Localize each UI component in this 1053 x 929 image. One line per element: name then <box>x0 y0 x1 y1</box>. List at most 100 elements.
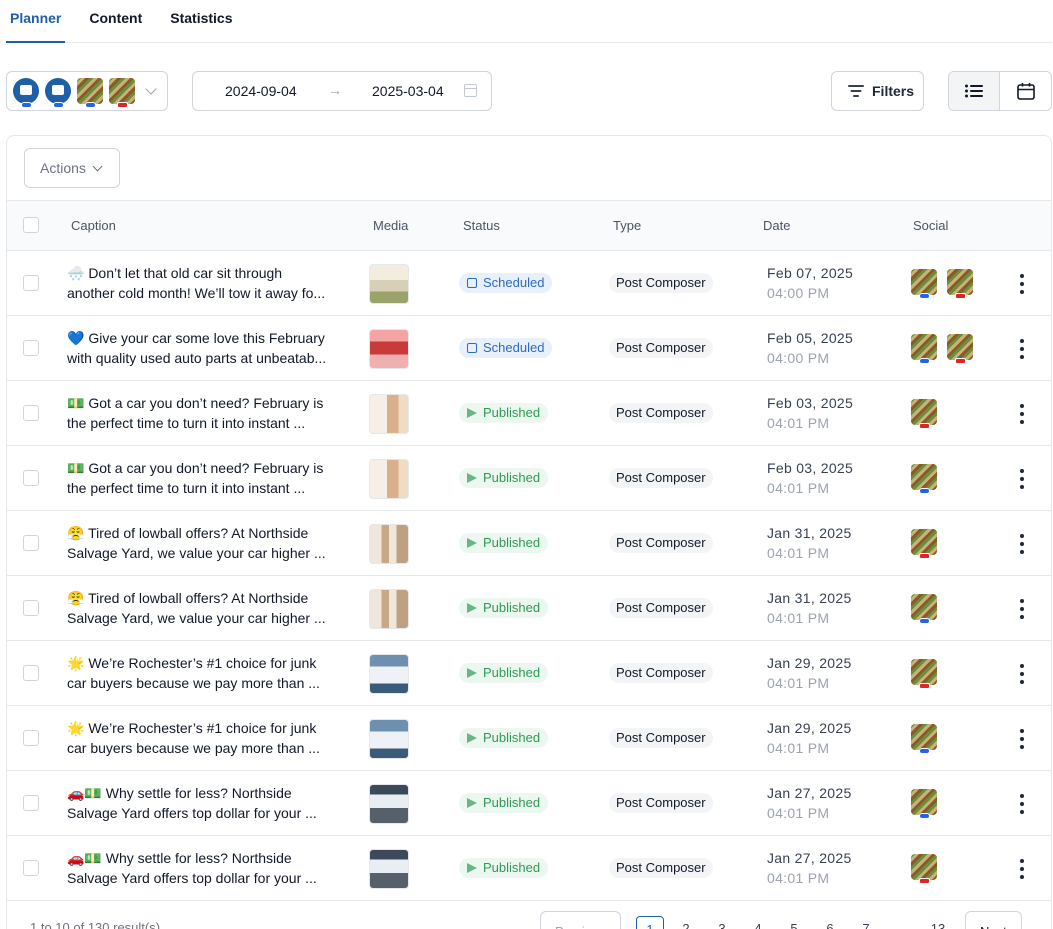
page-number[interactable]: 4 <box>744 916 772 929</box>
page-number[interactable]: 2 <box>672 916 700 929</box>
column-date[interactable]: Date <box>763 218 790 233</box>
media-thumbnail[interactable] <box>369 459 409 499</box>
post-caption[interactable]: 🌟 We’re Rochester’s #1 choice for junk c… <box>67 718 347 758</box>
post-caption[interactable]: 💙 Give your car some love this February … <box>67 328 347 368</box>
row-checkbox[interactable] <box>23 600 39 616</box>
table-row[interactable]: 🌟 We’re Rochester’s #1 choice for junk c… <box>7 706 1051 771</box>
post-caption[interactable]: 💵 Got a car you don’t need? February is … <box>67 458 347 498</box>
row-checkbox[interactable] <box>23 340 39 356</box>
social-account-avatar <box>911 269 937 299</box>
table-row[interactable]: 💙 Give your car some love this February … <box>7 316 1051 381</box>
row-checkbox[interactable] <box>23 730 39 746</box>
tab-statistics[interactable]: Statistics <box>166 0 236 43</box>
send-icon <box>467 733 477 743</box>
actions-dropdown[interactable]: Actions <box>24 148 120 188</box>
page-number[interactable]: 5 <box>780 916 808 929</box>
table-row[interactable]: 🚗💵 Why settle for less? Northside Salvag… <box>7 836 1051 901</box>
media-thumbnail[interactable] <box>369 589 409 629</box>
column-caption[interactable]: Caption <box>71 218 116 233</box>
tab-content[interactable]: Content <box>85 0 146 43</box>
row-checkbox[interactable] <box>23 860 39 876</box>
more-options-icon[interactable] <box>1019 534 1025 554</box>
row-checkbox[interactable] <box>23 535 39 551</box>
account-selector[interactable] <box>6 71 168 111</box>
caption-line: Salvage Yard offers top dollar for your … <box>67 805 317 821</box>
post-caption[interactable]: 🚗💵 Why settle for less? Northside Salvag… <box>67 783 347 823</box>
list-view-button[interactable] <box>949 72 1001 110</box>
row-checkbox[interactable] <box>23 665 39 681</box>
media-thumbnail[interactable] <box>369 784 409 824</box>
table-row[interactable]: 💵 Got a car you don’t need? February is … <box>7 381 1051 446</box>
caption-line: another cold month! We’ll tow it away fo… <box>67 285 326 301</box>
column-status[interactable]: Status <box>463 218 500 233</box>
type-badge: Post Composer <box>609 533 713 553</box>
media-thumbnail[interactable] <box>369 524 409 564</box>
social-accounts <box>911 659 937 689</box>
table-row[interactable]: 🚗💵 Why settle for less? Northside Salvag… <box>7 771 1051 836</box>
post-date-time: 04:01 PM <box>767 545 830 561</box>
media-thumbnail[interactable] <box>369 394 409 434</box>
more-options-icon[interactable] <box>1019 729 1025 749</box>
row-checkbox[interactable] <box>23 470 39 486</box>
instagram-icon <box>919 423 930 429</box>
caption-line: the perfect time to turn it into instant… <box>67 480 306 496</box>
social-account-avatar <box>911 659 937 689</box>
next-button[interactable]: Next <box>965 911 1022 929</box>
previous-button[interactable]: Previous <box>540 911 621 929</box>
more-options-icon[interactable] <box>1019 469 1025 489</box>
caption-line: 🌟 We’re Rochester’s #1 choice for junk <box>67 655 317 671</box>
date-range-picker[interactable]: 2024-09-04 → 2025-03-04 <box>192 71 492 111</box>
page-number[interactable]: 6 <box>816 916 844 929</box>
more-options-icon[interactable] <box>1019 274 1025 294</box>
post-caption[interactable]: 😤 Tired of lowball offers? At Northside … <box>67 588 347 628</box>
more-options-icon[interactable] <box>1019 339 1025 359</box>
facebook-icon <box>919 358 930 364</box>
media-thumbnail[interactable] <box>369 329 409 369</box>
media-thumbnail[interactable] <box>369 264 409 304</box>
more-options-icon[interactable] <box>1019 404 1025 424</box>
filters-label: Filters <box>872 83 915 99</box>
page-number[interactable]: 13 <box>924 916 952 929</box>
post-caption[interactable]: 🌨️ Don’t let that old car sit through an… <box>67 263 347 303</box>
column-social[interactable]: Social <box>913 218 948 233</box>
post-caption[interactable]: 😤 Tired of lowball offers? At Northside … <box>67 523 347 563</box>
media-thumbnail[interactable] <box>369 719 409 759</box>
social-account-avatar <box>947 334 973 364</box>
caption-line: Salvage Yard offers top dollar for your … <box>67 870 317 886</box>
media-thumbnail[interactable] <box>369 849 409 889</box>
table-row[interactable]: 💵 Got a car you don’t need? February is … <box>7 446 1051 511</box>
send-icon <box>467 863 477 873</box>
more-options-icon[interactable] <box>1019 794 1025 814</box>
table-row[interactable]: 🌨️ Don’t let that old car sit through an… <box>7 251 1051 316</box>
type-badge: Post Composer <box>609 468 713 488</box>
table-row[interactable]: 😤 Tired of lowball offers? At Northside … <box>7 576 1051 641</box>
select-all-checkbox[interactable] <box>23 217 39 233</box>
more-options-icon[interactable] <box>1019 859 1025 879</box>
tab-planner[interactable]: Planner <box>6 0 66 43</box>
media-thumbnail[interactable] <box>369 654 409 694</box>
column-type[interactable]: Type <box>613 218 641 233</box>
type-badge: Post Composer <box>609 728 713 748</box>
instagram-icon <box>955 293 966 299</box>
page-number[interactable]: 3 <box>708 916 736 929</box>
post-caption[interactable]: 🚗💵 Why settle for less? Northside Salvag… <box>67 848 347 888</box>
column-media[interactable]: Media <box>373 218 408 233</box>
page-number[interactable]: 7 <box>852 916 880 929</box>
more-options-icon[interactable] <box>1019 599 1025 619</box>
table-row[interactable]: 😤 Tired of lowball offers? At Northside … <box>7 511 1051 576</box>
calendar-view-button[interactable] <box>1000 72 1051 110</box>
row-checkbox[interactable] <box>23 275 39 291</box>
row-checkbox[interactable] <box>23 795 39 811</box>
facebook-icon <box>919 488 930 494</box>
filters-button[interactable]: Filters <box>831 71 924 111</box>
row-checkbox[interactable] <box>23 405 39 421</box>
chevron-down-icon <box>145 83 157 95</box>
post-caption[interactable]: 💵 Got a car you don’t need? February is … <box>67 393 347 433</box>
more-options-icon[interactable] <box>1019 664 1025 684</box>
post-date-time: 04:01 PM <box>767 740 830 756</box>
page-number[interactable]: 1 <box>636 916 664 929</box>
post-caption[interactable]: 🌟 We’re Rochester’s #1 choice for junk c… <box>67 653 347 693</box>
date-from: 2024-09-04 <box>225 83 297 99</box>
social-account-avatar <box>911 399 937 429</box>
table-row[interactable]: 🌟 We’re Rochester’s #1 choice for junk c… <box>7 641 1051 706</box>
